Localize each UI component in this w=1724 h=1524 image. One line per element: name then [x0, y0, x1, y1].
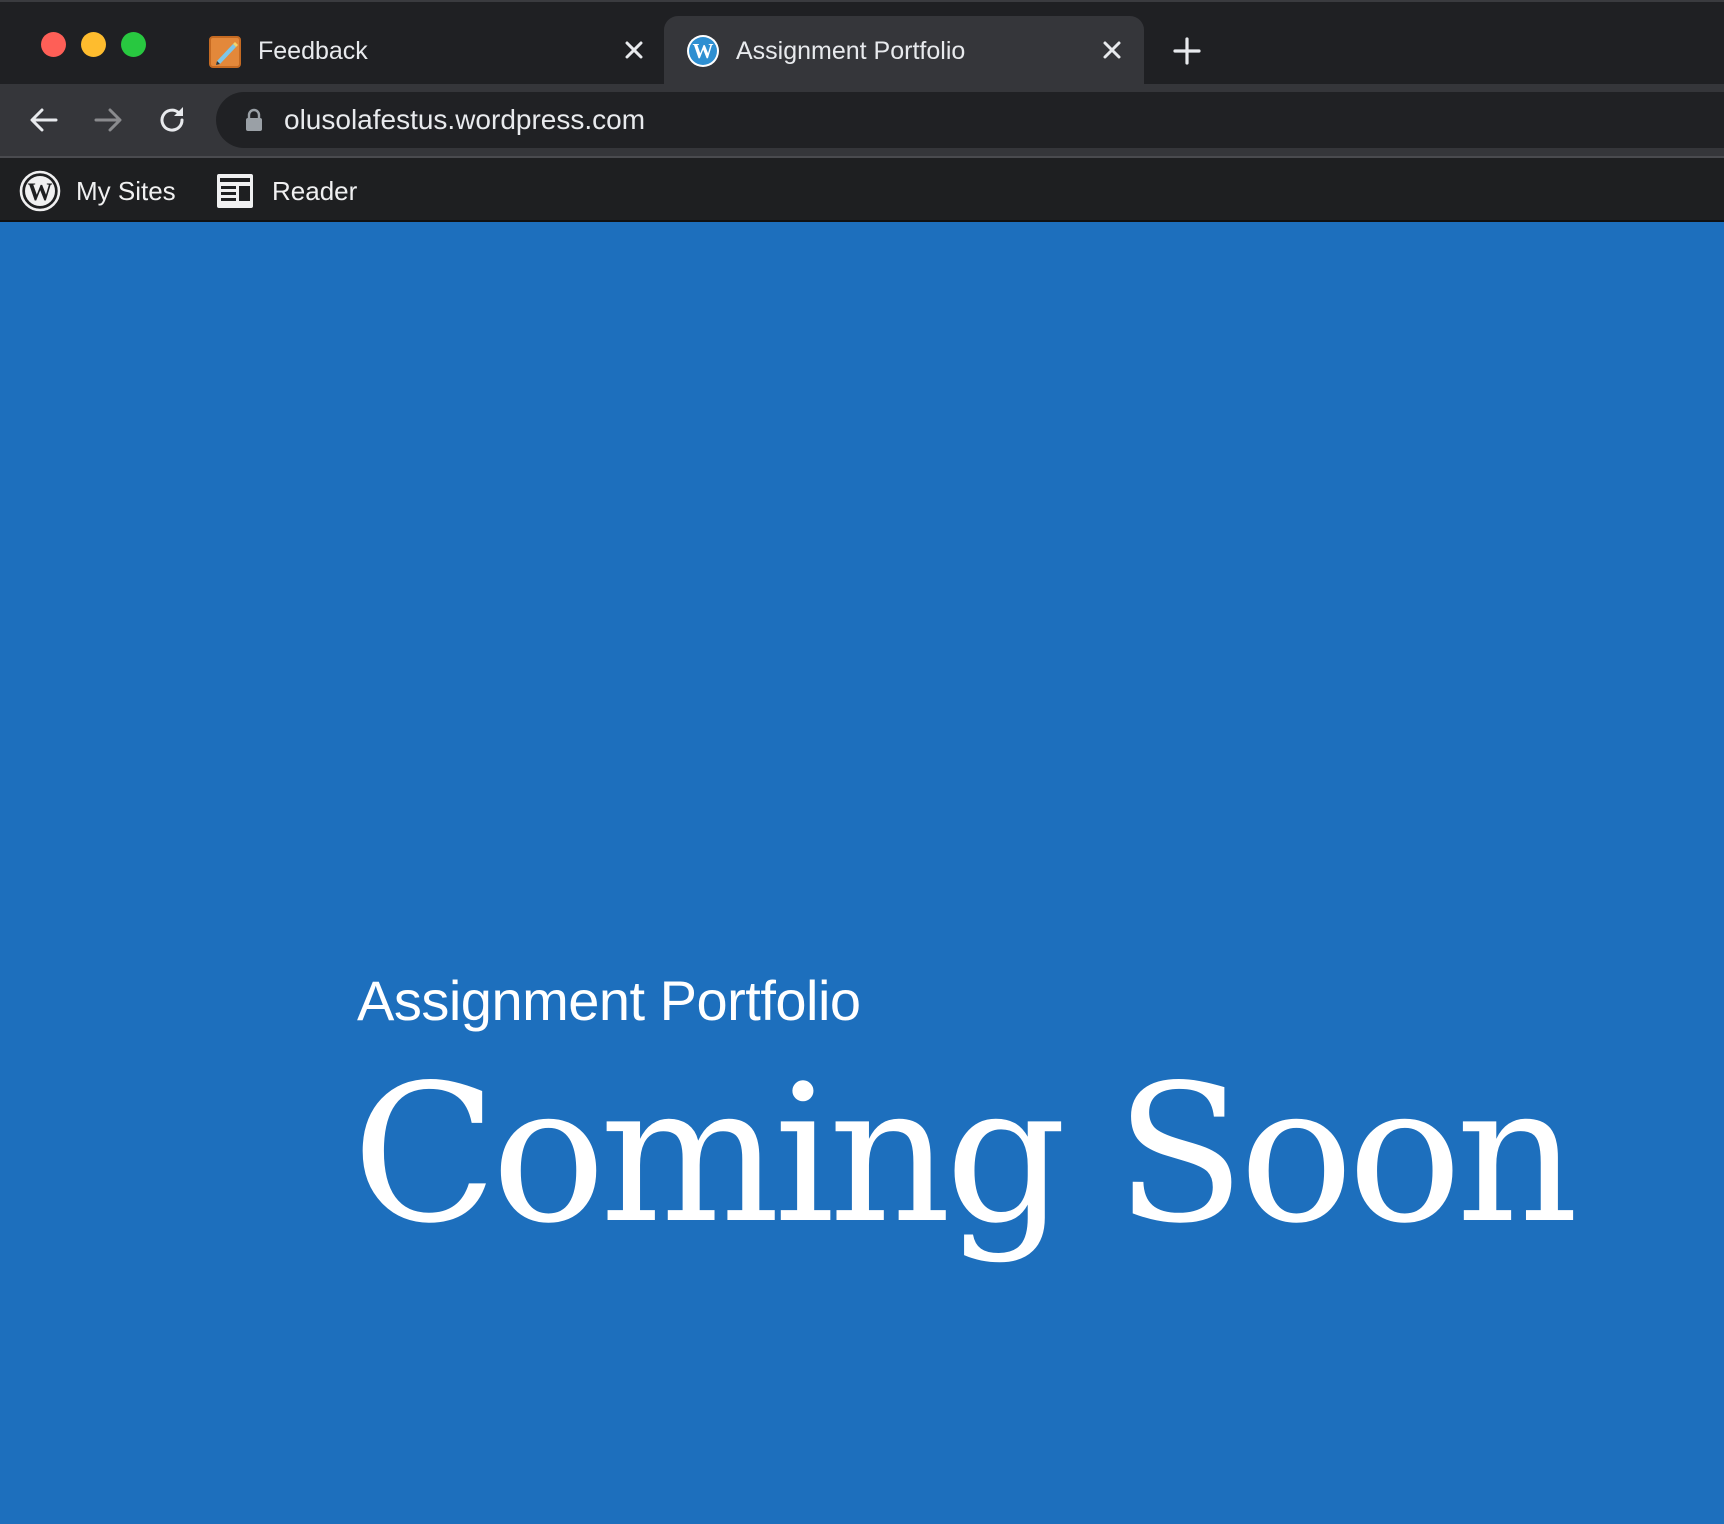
forward-arrow-icon[interactable]	[90, 102, 126, 138]
reader-link[interactable]: Reader	[216, 168, 376, 212]
svg-text:W: W	[28, 179, 53, 206]
new-tab-icon[interactable]	[1170, 34, 1204, 68]
reader-icon	[217, 174, 253, 208]
lock-icon[interactable]	[244, 108, 264, 132]
url-text[interactable]: olusolafestus.wordpress.com	[284, 104, 645, 136]
wordpress-icon: W	[687, 35, 719, 67]
address-bar[interactable]: olusolafestus.wordpress.com	[216, 92, 1724, 148]
tab-feedback[interactable]: Feedback	[190, 16, 660, 86]
my-sites-label: My Sites	[76, 176, 176, 206]
tab-assignment-portfolio[interactable]: W Assignment Portfolio	[664, 16, 1144, 86]
coming-soon-headline: Coming Soon	[352, 1044, 1578, 1265]
wp-admin-bar: W My Sites Reader	[0, 158, 1724, 222]
reload-icon[interactable]	[154, 102, 190, 138]
window-minimize-button[interactable]	[81, 32, 106, 57]
coming-soon-page: Assignment Portfolio Coming Soon	[0, 222, 1724, 1524]
close-tab-icon[interactable]	[1096, 34, 1128, 66]
close-tab-icon[interactable]	[618, 34, 650, 66]
my-sites-link[interactable]: W My Sites	[19, 168, 189, 212]
wordpress-logo-icon: W	[19, 170, 61, 212]
reader-label: Reader	[272, 176, 358, 206]
svg-text:W: W	[693, 39, 714, 63]
tab-title: Feedback	[258, 37, 368, 65]
pencil-notebook-icon	[209, 36, 241, 68]
browser-toolbar: olusolafestus.wordpress.com	[0, 84, 1724, 158]
site-title: Assignment Portfolio	[357, 969, 861, 1032]
window-zoom-button[interactable]	[121, 32, 146, 57]
window-close-button[interactable]	[41, 32, 66, 57]
tab-strip: Feedback W Assignment Portfolio	[0, 0, 1724, 86]
back-arrow-icon[interactable]	[26, 102, 62, 138]
tab-title: Assignment Portfolio	[736, 37, 966, 65]
